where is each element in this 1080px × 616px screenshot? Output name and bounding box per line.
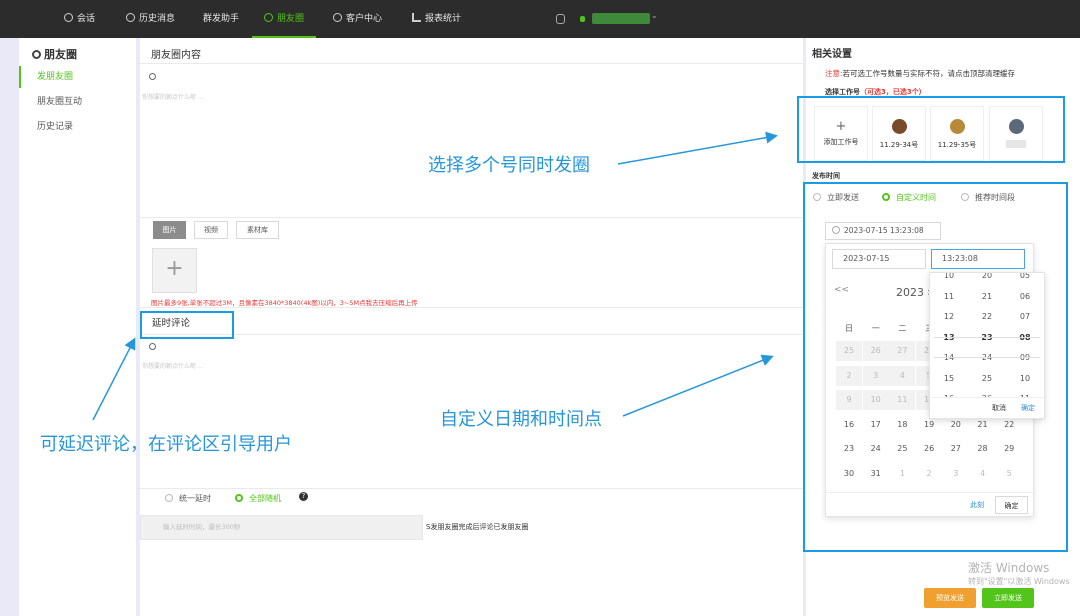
- windows-watermark-subtitle: 转到"设置"以激活 Windows: [968, 577, 1070, 586]
- arrow-accounts: [617, 131, 778, 165]
- annotation-custom-datetime: 自定义日期和时间点: [440, 409, 602, 430]
- annotation-delay-comment: 可延迟评论，在评论区引导用户: [40, 434, 292, 455]
- arrow-datetime: [622, 354, 774, 417]
- windows-watermark-title: 激活 Windows: [968, 561, 1050, 575]
- arrow-comment: [92, 337, 136, 421]
- annotation-multi-account: 选择多个号同时发圈: [428, 155, 590, 176]
- annotation-arrows: [92, 131, 778, 421]
